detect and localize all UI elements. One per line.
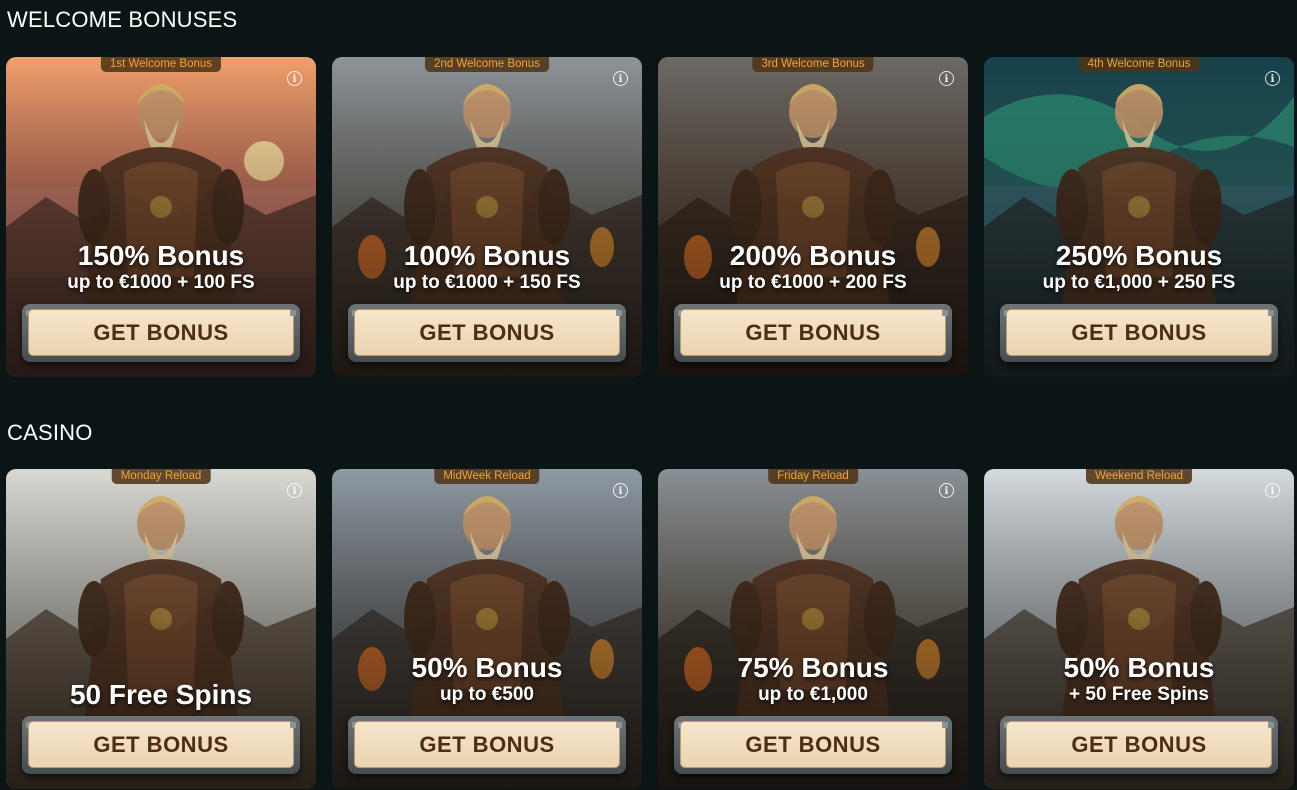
get-bonus-button-frame[interactable]: GET BONUS — [348, 716, 626, 774]
info-icon[interactable]: i — [1265, 483, 1280, 498]
info-icon[interactable]: i — [939, 483, 954, 498]
section-title-casino: CASINO — [7, 420, 93, 445]
get-bonus-button-frame[interactable]: GET BONUS — [22, 716, 300, 774]
get-bonus-button-frame[interactable]: GET BONUS — [1000, 716, 1278, 774]
bonus-tag: 4th Welcome Bonus — [1078, 57, 1200, 72]
get-bonus-button[interactable]: GET BONUS — [28, 721, 294, 768]
get-bonus-button[interactable]: GET BONUS — [1006, 309, 1272, 356]
bonus-card[interactable]: 3rd Welcome Bonus i 200% Bonus up to €1000 … — [658, 57, 968, 377]
get-bonus-button-frame[interactable]: GET BONUS — [674, 304, 952, 362]
bonus-subline: up to €1,000 + 250 FS — [1042, 272, 1236, 293]
info-icon[interactable]: i — [287, 71, 302, 86]
bonus-card[interactable]: 1st Welcome Bonus i 150% Bonus up to €1000 … — [6, 57, 316, 377]
bonus-subline: up to €1000 + 200 FS — [719, 272, 907, 293]
info-icon[interactable]: i — [287, 483, 302, 498]
bonus-subline: + 50 Free Spins — [1069, 684, 1209, 705]
bonus-card[interactable]: 2nd Welcome Bonus i 100% Bonus up to €1000 … — [332, 57, 642, 377]
bonus-headline: 150% Bonus — [77, 240, 245, 271]
get-bonus-button[interactable]: GET BONUS — [680, 721, 946, 768]
bonus-headline: 50 Free Spins — [69, 679, 253, 710]
bonus-headline: 100% Bonus — [403, 240, 571, 271]
bonus-subline: up to €500 — [440, 684, 534, 705]
get-bonus-button-frame[interactable]: GET BONUS — [674, 716, 952, 774]
bonus-tag: Weekend Reload — [1085, 469, 1193, 484]
bonus-tag: 3rd Welcome Bonus — [752, 57, 874, 72]
bonus-headline: 200% Bonus — [729, 240, 897, 271]
bonus-card[interactable]: 4th Welcome Bonus i 250% Bonus up to €1,000… — [984, 57, 1294, 377]
bonus-subline: up to €1000 + 100 FS — [67, 272, 255, 293]
bonus-tag: 1st Welcome Bonus — [100, 57, 222, 72]
bonus-tag: Friday Reload — [768, 469, 858, 484]
bonus-subline: up to €1000 + 150 FS — [393, 272, 581, 293]
get-bonus-button-frame[interactable]: GET BONUS — [1000, 304, 1278, 362]
info-icon[interactable]: i — [613, 483, 628, 498]
get-bonus-button[interactable]: GET BONUS — [354, 309, 620, 356]
bonus-card[interactable]: Friday Reload i 75% Bonus up to €1,000 GET B… — [658, 469, 968, 789]
info-icon[interactable]: i — [1265, 71, 1280, 86]
get-bonus-button-frame[interactable]: GET BONUS — [348, 304, 626, 362]
bonus-tag: MidWeek Reload — [434, 469, 540, 484]
bonus-headline: 250% Bonus — [1055, 240, 1223, 271]
bonus-headline: 50% Bonus — [1063, 652, 1215, 683]
section-title-welcome: WELCOME BONUSES — [7, 7, 238, 32]
bonus-card[interactable]: Weekend Reload i 50% Bonus + 50 Free Spins G… — [984, 469, 1294, 789]
get-bonus-button-frame[interactable]: GET BONUS — [22, 304, 300, 362]
bonus-tag: 2nd Welcome Bonus — [425, 57, 549, 72]
welcome-bonus-grid: 1st Welcome Bonus i 150% Bonus up to €1000 … — [6, 57, 1294, 377]
bonus-headline: 75% Bonus — [737, 652, 889, 683]
bonus-subline: up to €1,000 — [758, 684, 868, 705]
info-icon[interactable]: i — [939, 71, 954, 86]
bonus-card[interactable]: MidWeek Reload i 50% Bonus up to €500 GET BO… — [332, 469, 642, 789]
info-icon[interactable]: i — [613, 71, 628, 86]
get-bonus-button[interactable]: GET BONUS — [680, 309, 946, 356]
bonus-headline: 50% Bonus — [411, 652, 563, 683]
get-bonus-button[interactable]: GET BONUS — [354, 721, 620, 768]
bonus-card[interactable]: Monday Reload i 50 Free Spins GET BONUS — [6, 469, 316, 789]
casino-bonus-grid: Monday Reload i 50 Free Spins GET BONUS Mid… — [6, 469, 1294, 789]
get-bonus-button[interactable]: GET BONUS — [28, 309, 294, 356]
bonus-tag: Monday Reload — [111, 469, 211, 484]
get-bonus-button[interactable]: GET BONUS — [1006, 721, 1272, 768]
